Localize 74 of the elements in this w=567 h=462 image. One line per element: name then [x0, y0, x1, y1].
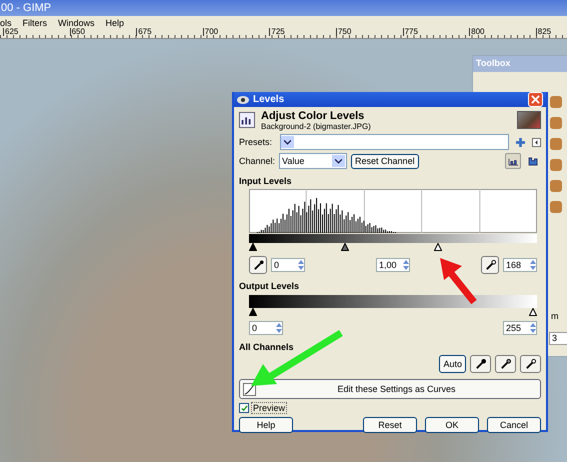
spinner-arrows-icon[interactable]	[298, 259, 304, 271]
tool-icon[interactable]	[550, 96, 562, 108]
toolbox-title: Toolbox	[473, 56, 567, 72]
tool-icon[interactable]	[550, 201, 562, 213]
auto-button[interactable]: Auto	[439, 355, 466, 373]
eyedropper-button[interactable]	[470, 355, 491, 373]
eyedropper-button[interactable]	[481, 256, 499, 274]
ruler-label: 775	[402, 28, 470, 36]
image-thumbnail	[517, 111, 541, 129]
dialog-button[interactable]: OK	[425, 417, 479, 433]
eyedropper-button[interactable]	[249, 256, 267, 274]
close-icon	[531, 95, 540, 104]
reset-channel-button[interactable]: Reset Channel	[351, 154, 419, 168]
spinner-arrows-icon[interactable]	[530, 322, 536, 334]
add-icon[interactable]	[516, 138, 525, 146]
tool-icon[interactable]	[550, 159, 562, 171]
unit-label: m	[551, 311, 558, 321]
eyedropper-icon	[484, 260, 496, 270]
eyedropper-icon	[475, 358, 486, 370]
input-field[interactable]: 3	[549, 332, 567, 345]
curve-icon	[243, 382, 256, 396]
close-button[interactable]	[528, 92, 543, 107]
spinner-arrows-icon[interactable]	[403, 259, 409, 271]
eyedropper-icon	[500, 358, 511, 370]
menu-icon[interactable]	[532, 138, 541, 146]
ruler-label: 750	[336, 28, 403, 36]
dialog-subheading: Background-2 (bigmaster.JPG)	[261, 122, 372, 130]
menu-item[interactable]: Help	[106, 18, 124, 28]
app-icon	[237, 94, 249, 104]
check-icon	[240, 404, 248, 412]
dialog-button[interactable]: Reset	[363, 417, 417, 433]
ruler-label: 725	[269, 28, 336, 36]
edit-as-curves-button[interactable]: Edit these Settings as Curves	[239, 379, 541, 399]
linear-histogram-toggle[interactable]	[505, 153, 521, 169]
window-title: 00 - GIMP	[0, 2, 52, 14]
tool-icon[interactable]	[550, 117, 562, 129]
eyedropper-icon	[252, 260, 264, 270]
spinner-arrows-icon[interactable]	[530, 259, 536, 271]
ruler-label: 650	[70, 28, 136, 36]
caret-icon	[284, 140, 292, 144]
spin-field[interactable]: 1,00	[376, 258, 410, 272]
bar-chart-icon	[508, 156, 518, 166]
dialog-heading: Adjust Color Levels	[261, 110, 366, 122]
eyedropper-icon	[525, 358, 536, 370]
channel-label: Channel:	[239, 156, 276, 166]
ruler-label: 825	[536, 28, 567, 36]
section-title: Output Levels	[239, 281, 300, 291]
ruler-label: 675	[136, 28, 203, 36]
dialog-title: Levels	[253, 94, 286, 105]
section-title: Input Levels	[239, 176, 293, 186]
menu-item[interactable]: ols	[0, 18, 12, 28]
ruler-label: 800	[469, 28, 536, 36]
histogram-icon	[528, 156, 538, 166]
section-title: All Channels	[239, 342, 295, 352]
tool-icon[interactable]	[550, 138, 562, 150]
caret-icon	[335, 158, 342, 164]
spin-field[interactable]: 0	[249, 321, 283, 335]
spinner-arrows-icon[interactable]	[276, 322, 282, 334]
ruler-label: 700	[202, 28, 270, 36]
dialog-button[interactable]: Cancel	[487, 417, 541, 433]
menu-item[interactable]: Windows	[58, 18, 95, 28]
tool-icon[interactable]	[550, 180, 562, 192]
ruler-label: 625	[3, 28, 70, 36]
spin-field[interactable]: 168	[503, 258, 537, 272]
dialog-button[interactable]: Help	[239, 417, 293, 433]
annotation-arrow	[438, 256, 478, 304]
menu-item[interactable]: Filters	[22, 18, 48, 28]
spin-field[interactable]: 0	[271, 258, 305, 272]
eyedropper-button[interactable]	[495, 355, 516, 373]
presets-label: Presets:	[239, 137, 272, 147]
levels-icon	[239, 112, 255, 128]
channel-dropdown[interactable]: Value	[279, 153, 348, 169]
spin-field[interactable]: 255	[503, 321, 537, 335]
eyedropper-button[interactable]	[520, 355, 541, 373]
